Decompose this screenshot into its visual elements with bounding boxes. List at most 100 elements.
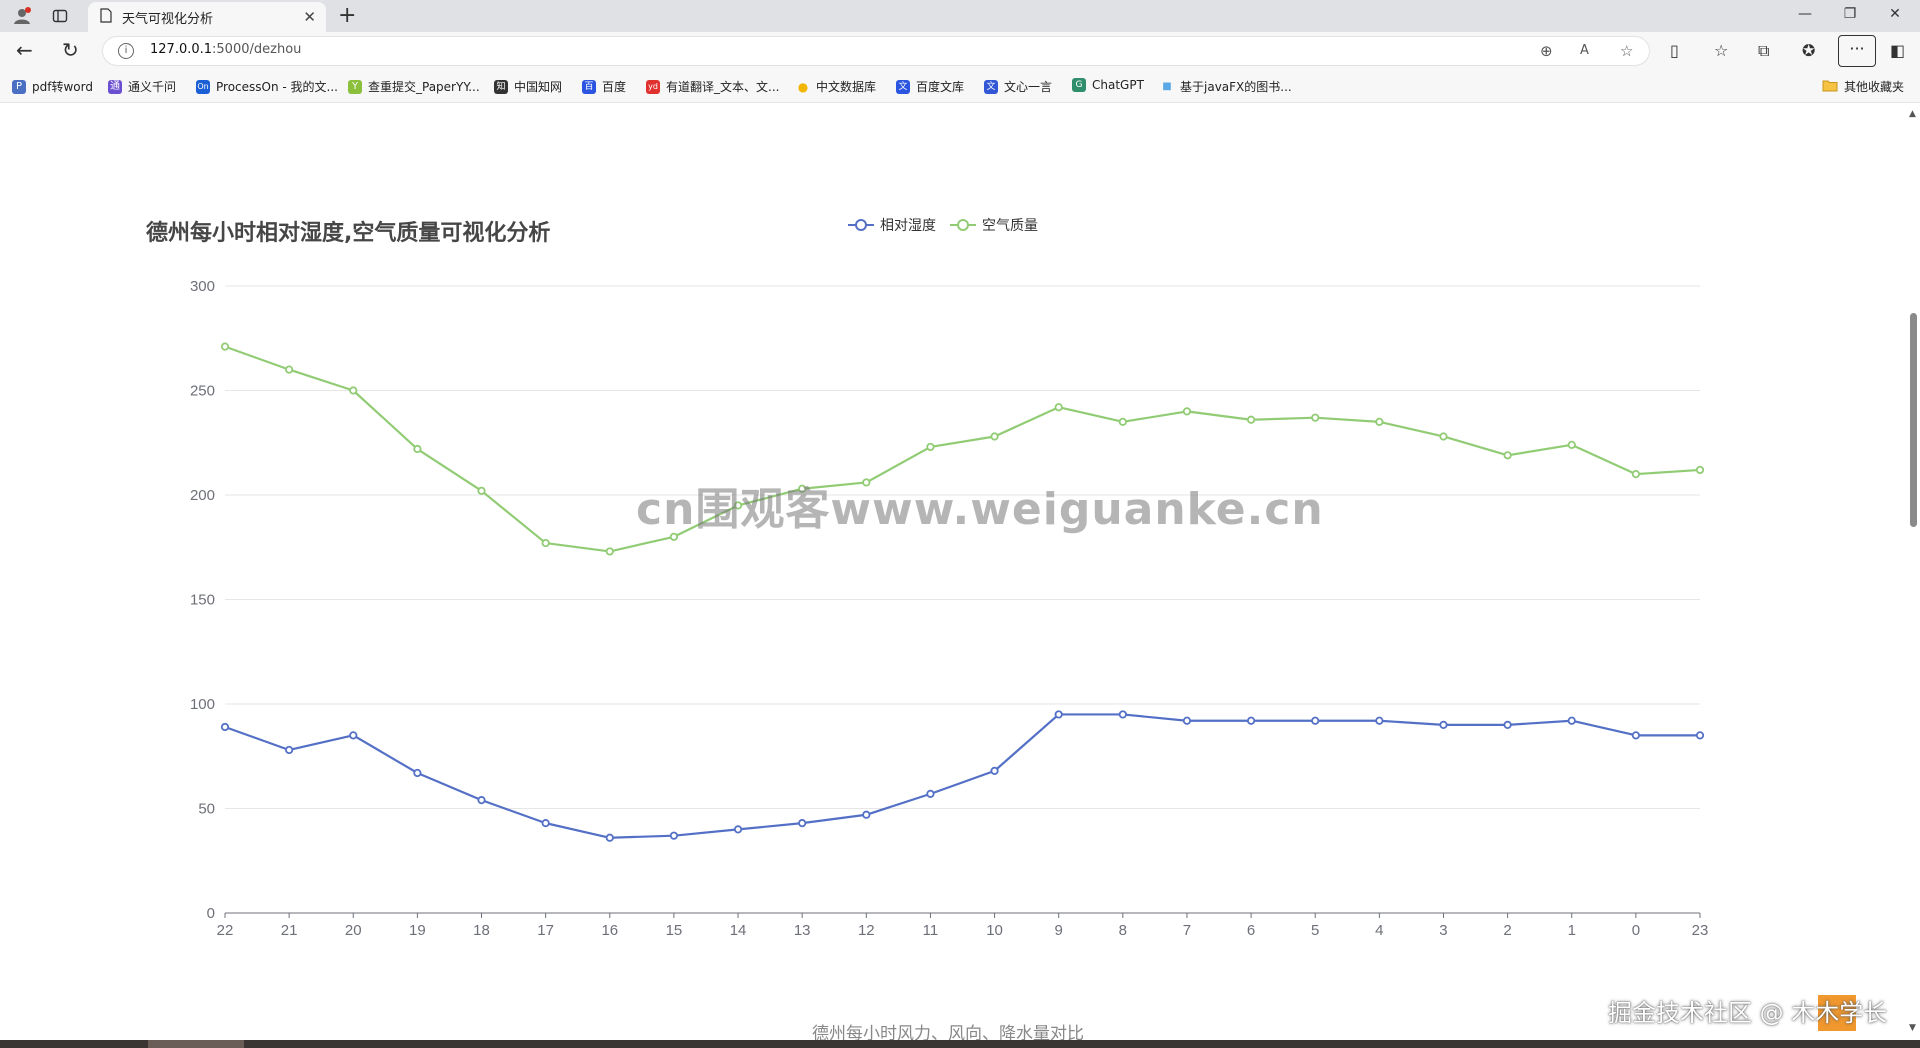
- bookmark-label: 中文数据库: [816, 80, 877, 94]
- x-tick-label: 2: [1503, 922, 1511, 939]
- x-tick-label: 3: [1439, 922, 1447, 939]
- data-point: [285, 365, 294, 374]
- bookmark-item[interactable]: 百百度: [582, 78, 626, 95]
- url-text: 127.0.0.1:5000/dezhou: [150, 42, 302, 57]
- data-point: [477, 796, 486, 805]
- close-tab-icon[interactable]: ✕: [303, 8, 316, 26]
- sidebar-toggle-icon[interactable]: ◧: [1890, 41, 1905, 60]
- x-tick-label: 22: [217, 922, 234, 939]
- bookmark-label: 有道翻译_文本、文...: [666, 80, 780, 94]
- bookmark-item[interactable]: G ChatGPT: [1072, 78, 1144, 92]
- tab-actions-icon[interactable]: [50, 6, 70, 26]
- other-bookmarks-folder[interactable]: 其他收藏夹: [1822, 78, 1904, 95]
- scroll-up-icon[interactable]: ▲: [1909, 109, 1916, 119]
- data-point: [1375, 417, 1384, 426]
- x-tick-label: 15: [666, 922, 683, 939]
- favorite-star-icon[interactable]: ☆: [1620, 42, 1633, 60]
- scroll-thumb[interactable]: [1910, 313, 1917, 527]
- bookmark-favicon-icon: yd: [646, 79, 660, 94]
- x-tick-label: 1: [1568, 922, 1576, 939]
- data-point: [1439, 432, 1448, 441]
- data-point: [413, 768, 422, 778]
- x-tick-label: 20: [345, 922, 362, 939]
- y-tick-label: 150: [190, 592, 215, 609]
- x-tick-label: 0: [1632, 922, 1640, 939]
- window-close-icon[interactable]: ✕: [1880, 6, 1910, 22]
- data-point: [1503, 451, 1512, 460]
- favorites-icon[interactable]: ☆: [1714, 41, 1728, 60]
- folder-icon: [1822, 79, 1838, 95]
- data-point: [1439, 720, 1448, 730]
- profile-icon[interactable]: [12, 6, 32, 26]
- minimize-icon[interactable]: —: [1790, 6, 1820, 22]
- data-point: [990, 766, 999, 775]
- page-scrollbar[interactable]: ▲ ▼: [1906, 103, 1920, 1040]
- data-point: [1182, 407, 1192, 416]
- bookmark-item[interactable]: 文文心一言: [984, 78, 1052, 95]
- legend-item-humidity[interactable]: 相对湿度: [848, 215, 936, 235]
- legend-aqi-marker-icon: [950, 219, 976, 231]
- legend-item-aqi[interactable]: 空气质量: [950, 215, 1038, 235]
- bookmark-favicon-icon: 文: [984, 79, 998, 94]
- bookmark-favicon-icon: ■: [1162, 80, 1172, 92]
- x-tick-label: 14: [730, 922, 747, 939]
- x-tick-label: 5: [1311, 922, 1319, 939]
- bookmark-item[interactable]: 知中国知网: [494, 78, 562, 95]
- data-point: [798, 819, 807, 828]
- data-point: [1246, 415, 1256, 424]
- bookmark-item[interactable]: yd 有道翻译_文本、文...: [646, 78, 779, 95]
- x-tick-label: 16: [601, 922, 618, 939]
- read-aloud-icon[interactable]: A: [1580, 43, 1589, 58]
- y-tick-label: 100: [190, 696, 215, 713]
- data-point: [1118, 417, 1127, 426]
- split-screen-icon[interactable]: ▯: [1670, 41, 1679, 60]
- bookmark-item[interactable]: 文百度文库: [896, 78, 964, 95]
- bookmark-favicon-icon: 百: [582, 79, 596, 94]
- data-point: [605, 547, 614, 556]
- x-tick-label: 8: [1119, 922, 1127, 939]
- reload-icon[interactable]: ↻: [62, 40, 79, 60]
- bookmark-favicon-icon: ●: [797, 79, 809, 94]
- data-point: [1311, 413, 1320, 422]
- footer-credit: 掘金技术社区 @ 木木学长: [1608, 999, 1888, 1027]
- bookmark-label: ChatGPT: [1092, 78, 1144, 92]
- bookmark-item[interactable]: 通通义千问: [108, 78, 176, 95]
- bookmarks-bar: Ppdf转word 通通义千问 On ProcessOn - 我的文... Y 查重…: [0, 70, 1920, 103]
- address-bar[interactable]: i 127.0.0.1:5000/dezhou ⊕ A ☆: [102, 36, 1650, 66]
- data-point: [541, 819, 550, 828]
- restore-icon[interactable]: ❐: [1835, 6, 1865, 22]
- bookmark-item[interactable]: Y 查重提交_PaperYY...: [348, 78, 480, 95]
- bookmark-favicon-icon: P: [12, 79, 26, 94]
- page-icon: [100, 7, 112, 27]
- collections-icon[interactable]: ⧉: [1758, 41, 1769, 61]
- scroll-down-icon[interactable]: ▼: [1909, 1023, 1916, 1033]
- bookmark-item[interactable]: On ProcessOn - 我的文...: [196, 78, 338, 95]
- site-info-icon[interactable]: i: [118, 43, 134, 59]
- data-point: [1695, 731, 1705, 740]
- data-point: [926, 789, 935, 798]
- bookmark-item[interactable]: Ppdf转word: [12, 78, 93, 95]
- data-point: [349, 386, 358, 395]
- bookmark-favicon-icon: 文: [896, 79, 910, 94]
- data-point: [669, 831, 679, 840]
- data-point: [926, 442, 935, 452]
- bookmark-label: 基于javaFX的图书...: [1180, 80, 1292, 94]
- y-tick-label: 50: [198, 801, 215, 818]
- watermark: cn围观客www.weiguanke.cn: [636, 484, 1324, 535]
- settings-more-button[interactable]: ···: [1838, 35, 1876, 67]
- bookmark-label: 查重提交_PaperYY...: [368, 80, 480, 94]
- bookmark-label: pdf转word: [32, 80, 93, 94]
- new-tab-button[interactable]: +: [338, 4, 356, 28]
- bookmark-label: 百度: [602, 80, 627, 94]
- x-tick-label: 23: [1692, 922, 1709, 939]
- bookmark-item[interactable]: ● 中文数据库: [796, 78, 876, 95]
- zoom-icon[interactable]: ⊕: [1540, 42, 1553, 60]
- bookmark-favicon-icon: Y: [348, 79, 362, 94]
- bookmark-label: 百度文库: [916, 80, 965, 94]
- back-icon[interactable]: ←: [16, 40, 33, 60]
- extensions-icon[interactable]: ✪: [1802, 41, 1815, 60]
- tab-active[interactable]: 天气可视化分析 ✕: [88, 2, 326, 32]
- bookmark-item[interactable]: ■ 基于javaFX的图书...: [1160, 78, 1292, 95]
- data-point: [349, 731, 358, 740]
- bookmark-favicon-icon: On: [196, 79, 210, 94]
